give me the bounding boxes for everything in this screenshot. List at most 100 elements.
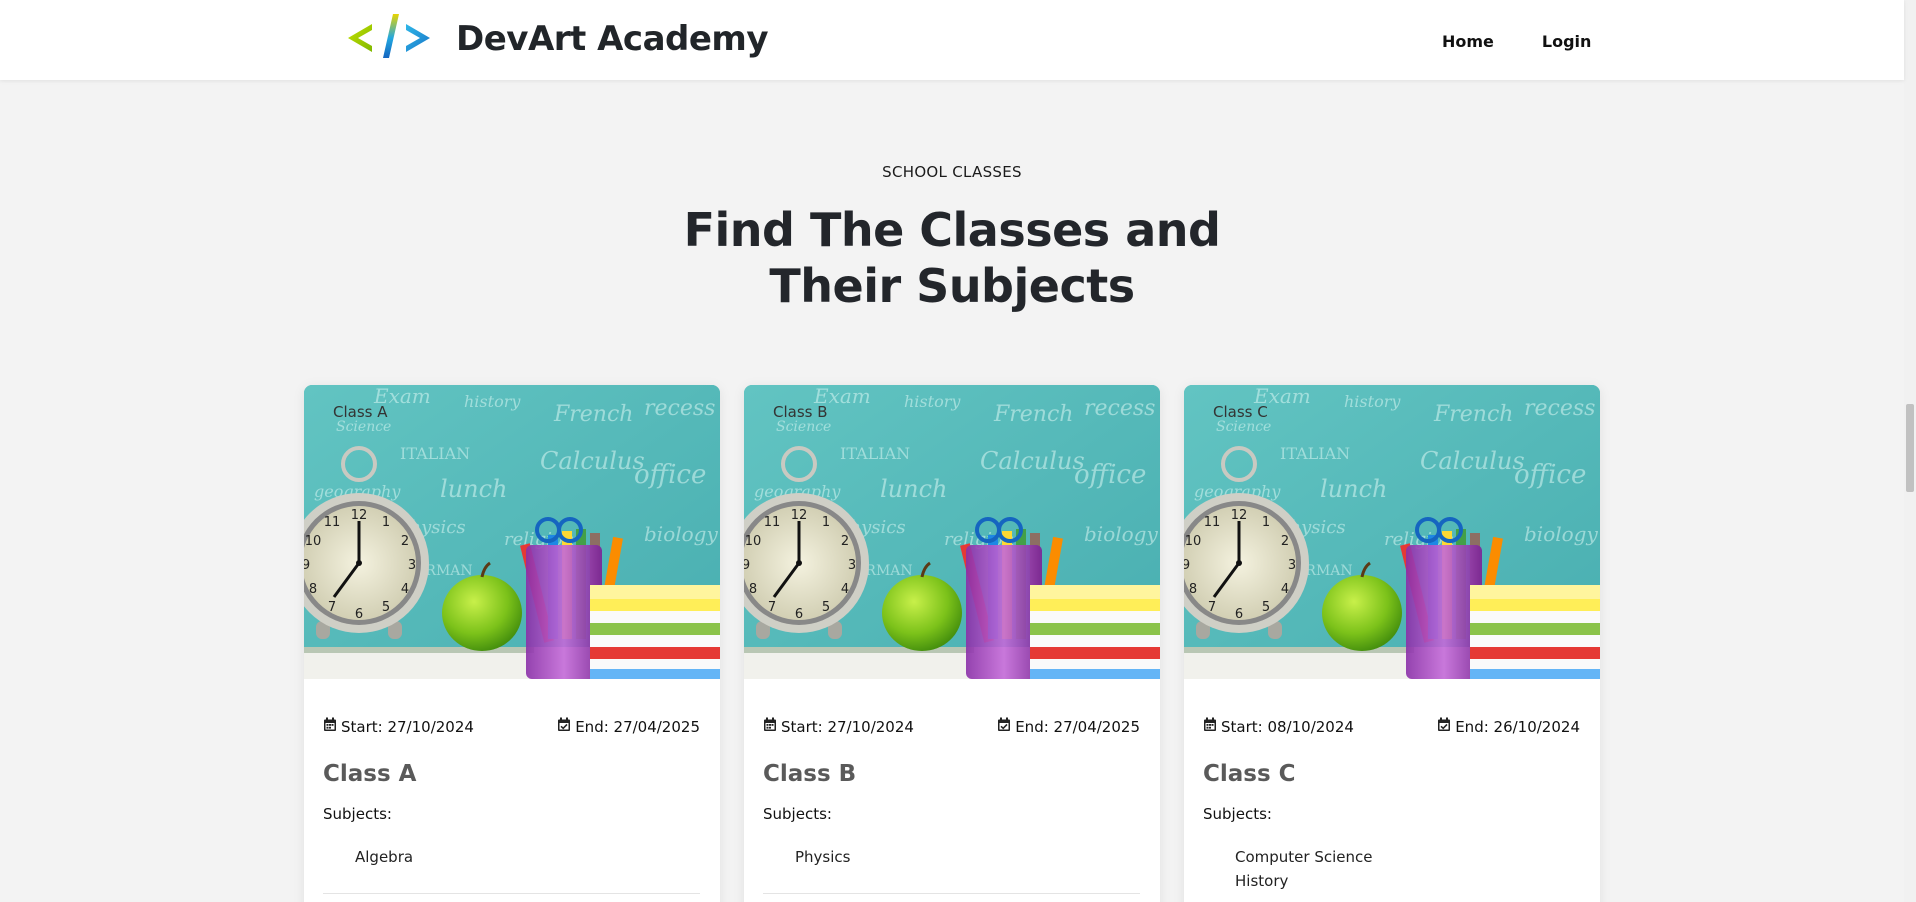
svg-text:2: 2 bbox=[401, 534, 409, 549]
class-card-image: Exam history French recess ITALIAN Calcu… bbox=[304, 385, 720, 679]
svg-text:7: 7 bbox=[768, 600, 776, 615]
class-image-label: Class B bbox=[773, 403, 828, 421]
svg-text:5: 5 bbox=[822, 600, 830, 615]
class-card[interactable]: Exam history French recess ITALIAN Calcu… bbox=[304, 385, 720, 902]
svg-text:9: 9 bbox=[1184, 558, 1190, 573]
subject-item: Physics bbox=[795, 848, 851, 866]
page: DevArt Academy Home Login SCHOOL CLASSES… bbox=[0, 0, 1916, 902]
calendar-icon bbox=[763, 717, 777, 736]
svg-text:4: 4 bbox=[1281, 582, 1289, 597]
svg-text:11: 11 bbox=[1204, 515, 1221, 530]
end-date: End: 27/04/2025 bbox=[997, 717, 1140, 736]
svg-text:7: 7 bbox=[1208, 600, 1216, 615]
svg-text:5: 5 bbox=[382, 600, 390, 615]
svg-text:6: 6 bbox=[355, 607, 363, 622]
svg-text:ITALIAN: ITALIAN bbox=[1280, 444, 1350, 463]
page-scrollbar[interactable] bbox=[1904, 0, 1916, 902]
class-dates: Start: 08/10/2024 End: 26/10/2024 bbox=[1203, 717, 1580, 736]
svg-text:biology: biology bbox=[1524, 522, 1598, 546]
svg-text:history: history bbox=[904, 392, 961, 411]
svg-text:history: history bbox=[464, 392, 521, 411]
svg-text:9: 9 bbox=[304, 558, 310, 573]
svg-text:lunch: lunch bbox=[1320, 475, 1388, 503]
svg-text:4: 4 bbox=[401, 582, 409, 597]
start-date: Start: 27/10/2024 bbox=[323, 717, 474, 736]
class-card-image: Exam history French recess ITALIAN Calcu… bbox=[744, 385, 1160, 679]
svg-text:4: 4 bbox=[841, 582, 849, 597]
subjects-label: Subjects: bbox=[1203, 805, 1272, 823]
calendar-check-icon bbox=[997, 717, 1011, 736]
classroom-still-life-image: Exam history French recess ITALIAN Calcu… bbox=[1184, 385, 1600, 679]
brand-name: DevArt Academy bbox=[456, 19, 769, 59]
class-card-image: Exam history French recess ITALIAN Calcu… bbox=[1184, 385, 1600, 679]
svg-text:biology: biology bbox=[644, 522, 718, 546]
svg-text:French: French bbox=[1433, 402, 1513, 427]
class-image-label: Class A bbox=[333, 403, 388, 421]
subject-list: Algebra bbox=[355, 845, 413, 869]
nav-login-link[interactable]: Login bbox=[1542, 32, 1592, 51]
svg-text:10: 10 bbox=[305, 534, 322, 549]
class-dates: Start: 27/10/2024 End: 27/04/2025 bbox=[323, 717, 700, 736]
start-date-text: Start: 27/10/2024 bbox=[341, 717, 474, 736]
nav-home-link[interactable]: Home bbox=[1442, 32, 1494, 51]
end-date: End: 27/04/2025 bbox=[557, 717, 700, 736]
start-date: Start: 08/10/2024 bbox=[1203, 717, 1354, 736]
svg-text:1: 1 bbox=[822, 515, 830, 530]
code-brackets-logo-icon bbox=[348, 14, 430, 58]
class-title[interactable]: Class B bbox=[763, 761, 856, 787]
scrollbar-thumb[interactable] bbox=[1906, 404, 1914, 492]
main-nav: Home Login bbox=[1442, 32, 1639, 51]
calendar-icon bbox=[1203, 717, 1217, 736]
svg-text:8: 8 bbox=[1189, 582, 1197, 597]
svg-text:12: 12 bbox=[1231, 508, 1248, 523]
svg-text:recess: recess bbox=[644, 396, 715, 421]
svg-text:ITALIAN: ITALIAN bbox=[400, 444, 470, 463]
svg-text:3: 3 bbox=[848, 558, 856, 573]
svg-text:1: 1 bbox=[382, 515, 390, 530]
svg-text:lunch: lunch bbox=[880, 475, 948, 503]
svg-text:Science: Science bbox=[336, 419, 391, 435]
class-title[interactable]: Class C bbox=[1203, 761, 1296, 787]
svg-text:ITALIAN: ITALIAN bbox=[840, 444, 910, 463]
start-date: Start: 27/10/2024 bbox=[763, 717, 914, 736]
svg-text:10: 10 bbox=[745, 534, 762, 549]
svg-text:Calculus: Calculus bbox=[1420, 447, 1525, 475]
classroom-still-life-image: Exam history French recess ITALIAN Calcu… bbox=[304, 385, 720, 679]
svg-text:5: 5 bbox=[1262, 600, 1270, 615]
top-navbar: DevArt Academy Home Login bbox=[0, 0, 1904, 80]
subject-item: Computer Science bbox=[1235, 848, 1373, 866]
subjects-label: Subjects: bbox=[323, 805, 392, 823]
svg-text:biology: biology bbox=[1084, 522, 1158, 546]
svg-text:8: 8 bbox=[749, 582, 757, 597]
start-date-text: Start: 27/10/2024 bbox=[781, 717, 914, 736]
card-divider bbox=[323, 893, 700, 894]
class-card[interactable]: Exam history French recess ITALIAN Calcu… bbox=[744, 385, 1160, 902]
headline-line-1: Find The Classes and bbox=[683, 203, 1221, 257]
svg-text:11: 11 bbox=[764, 515, 781, 530]
svg-text:French: French bbox=[993, 402, 1073, 427]
svg-text:12: 12 bbox=[791, 508, 808, 523]
subjects-label: Subjects: bbox=[763, 805, 832, 823]
svg-text:6: 6 bbox=[795, 607, 803, 622]
class-title[interactable]: Class A bbox=[323, 761, 416, 787]
start-date-text: Start: 08/10/2024 bbox=[1221, 717, 1354, 736]
end-date-text: End: 27/04/2025 bbox=[575, 717, 700, 736]
svg-text:9: 9 bbox=[744, 558, 750, 573]
svg-text:6: 6 bbox=[1235, 607, 1243, 622]
subject-item: History bbox=[1235, 872, 1289, 890]
svg-text:French: French bbox=[553, 402, 633, 427]
section-headline: Find The Classes and Their Subjects bbox=[0, 202, 1904, 314]
svg-text:2: 2 bbox=[1281, 534, 1289, 549]
headline-line-2: Their Subjects bbox=[769, 259, 1135, 313]
subject-list: Physics bbox=[795, 845, 850, 869]
svg-text:lunch: lunch bbox=[440, 475, 508, 503]
svg-text:Science: Science bbox=[1216, 419, 1271, 435]
svg-text:11: 11 bbox=[324, 515, 341, 530]
subject-list: Computer Science History bbox=[1235, 845, 1372, 893]
svg-text:history: history bbox=[1344, 392, 1401, 411]
brand[interactable]: DevArt Academy bbox=[346, 8, 769, 70]
svg-text:office: office bbox=[1074, 460, 1146, 490]
class-card[interactable]: Exam history French recess ITALIAN Calcu… bbox=[1184, 385, 1600, 902]
svg-text:recess: recess bbox=[1524, 396, 1595, 421]
classroom-still-life-image: Exam history French recess ITALIAN Calcu… bbox=[744, 385, 1160, 679]
